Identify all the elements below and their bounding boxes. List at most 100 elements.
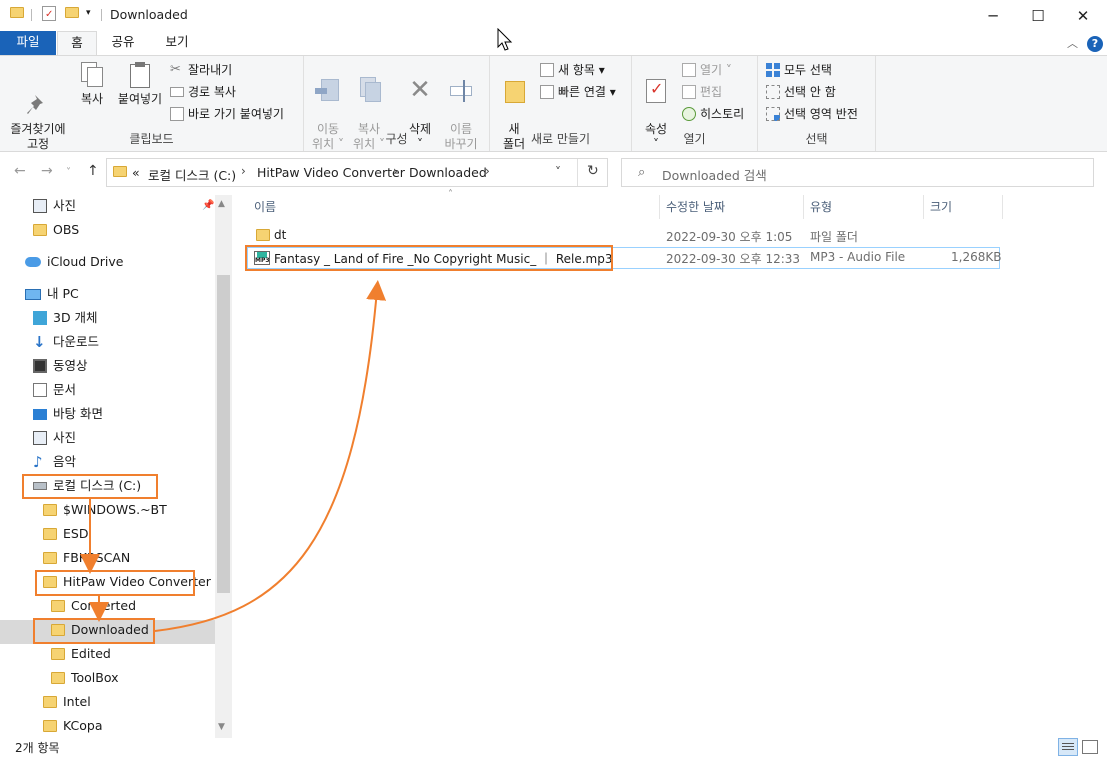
back-button[interactable]: ← (14, 163, 26, 179)
column-header-modified[interactable]: 수정한 날짜 (666, 198, 725, 215)
new-folder-qat-icon[interactable] (65, 7, 79, 18)
chevron-right-icon[interactable]: › (485, 164, 490, 178)
large-icons-view-icon[interactable] (1082, 740, 1098, 754)
nav-item-obs[interactable]: OBS (33, 219, 79, 241)
help-icon[interactable]: ? (1087, 36, 1103, 52)
forward-button[interactable]: → (41, 163, 53, 179)
address-dropdown-icon[interactable]: ˅ (555, 165, 561, 179)
nav-item-3d-objects[interactable]: 3D 개체 (33, 307, 98, 329)
invert-selection-button[interactable]: 선택 영역 반전 (766, 104, 858, 124)
divider (31, 9, 32, 21)
nav-item-icloud[interactable]: iCloud Drive (25, 251, 123, 273)
refresh-icon[interactable]: ↻ (587, 163, 599, 179)
search-input[interactable]: Downloaded 검색 (662, 165, 767, 184)
select-all-button[interactable]: 모두 선택 (766, 60, 832, 80)
paste-shortcut-button[interactable]: 바로 가기 붙여넣기 (170, 104, 284, 124)
divider (577, 159, 578, 186)
minimize-button[interactable]: ─ (970, 0, 1016, 31)
nav-item-pictures-pinned[interactable]: 사진 (33, 195, 76, 217)
nav-item-esd[interactable]: ESD (43, 523, 88, 545)
easy-access-button[interactable]: 빠른 연결 ▾ (540, 82, 616, 102)
history-button[interactable]: 히스토리 (682, 104, 744, 124)
properties-qat-icon[interactable]: ✓ (42, 6, 56, 21)
breadcrumb-local-disk[interactable]: 로컬 디스크 (C:) (148, 165, 236, 184)
column-header-size[interactable]: 크기 (930, 198, 952, 215)
open-group: ✓ 속성 ˅ 열기 ˅ 편집 히스토리 열기 (632, 56, 758, 151)
ribbon: 즐겨찾기에 고정 복사 붙여넣기 ✂ 잘라내기 경로 복사 바로 가기 붙여넣기… (0, 55, 1107, 152)
select-none-icon (766, 85, 780, 99)
select-none-button[interactable]: 선택 안 함 (766, 82, 836, 102)
document-icon (33, 383, 47, 397)
maximize-button[interactable]: ☐ (1015, 0, 1061, 31)
file-row[interactable]: MP3 Fantasy _ Land of Fire _No Copyright… (247, 247, 1001, 269)
column-header-type[interactable]: 유형 (810, 198, 832, 215)
nav-item-videos[interactable]: 동영상 (33, 355, 88, 377)
edit-icon (682, 85, 696, 99)
easy-access-icon (540, 85, 554, 99)
chevron-right-icon[interactable]: › (241, 164, 246, 178)
tab-view[interactable]: 보기 (152, 31, 202, 55)
download-icon: ↓ (33, 333, 46, 351)
collapse-ribbon-icon[interactable]: ︿ (1067, 35, 1078, 51)
new-group: 새 폴더 새 항목 ▾ 빠른 연결 ▾ 새로 만들기 (490, 56, 632, 151)
breadcrumb-hitpaw[interactable]: HitPaw Video Converter (257, 165, 405, 180)
tab-share[interactable]: 공유 (103, 31, 143, 55)
column-header-name[interactable]: 이름 (254, 198, 276, 215)
copy-path-button[interactable]: 경로 복사 (170, 82, 236, 102)
nav-item-downloaded[interactable]: Downloaded (51, 619, 149, 641)
3d-objects-icon (33, 311, 47, 325)
nav-item-music[interactable]: ♪ 음악 (33, 451, 76, 473)
file-name: dt (274, 228, 287, 242)
recent-locations-icon[interactable]: ˅ (66, 167, 71, 178)
customize-qat-icon[interactable]: ▾ (86, 9, 91, 18)
paste-button[interactable]: 붙여넣기 (114, 62, 166, 107)
open-icon (682, 63, 696, 77)
nav-item-kcopa[interactable]: KCopa (43, 715, 102, 737)
details-view-icon[interactable] (1058, 738, 1078, 756)
nav-item-toolbox[interactable]: ToolBox (51, 667, 119, 689)
cut-button[interactable]: ✂ 잘라내기 (170, 60, 232, 80)
pictures-icon (33, 199, 47, 213)
copy-path-icon (170, 87, 184, 97)
file-row[interactable]: dt 2022-09-30 오후 1:05 파일 폴더 (247, 225, 1000, 247)
scroll-thumb[interactable] (217, 275, 230, 593)
breadcrumb-overflow[interactable]: « (132, 165, 140, 180)
nav-item-windows-bt[interactable]: $WINDOWS.~BT (43, 499, 167, 521)
nav-item-edited[interactable]: Edited (51, 643, 111, 665)
breadcrumb-downloaded[interactable]: Downloaded (409, 165, 487, 180)
folder-icon (43, 552, 57, 564)
properties-check-icon: ✓ (643, 77, 669, 103)
nav-item-this-pc[interactable]: 내 PC (25, 283, 79, 305)
open-button[interactable]: 열기 ˅ (682, 60, 732, 80)
nav-item-pictures[interactable]: 사진 (33, 427, 76, 449)
edit-button[interactable]: 편집 (682, 82, 722, 102)
scroll-down-icon[interactable]: ▼ (218, 722, 225, 732)
nav-item-intel[interactable]: Intel (43, 691, 91, 713)
nav-item-fbkrscan[interactable]: FBKRSCAN (43, 547, 130, 569)
scroll-up-icon[interactable]: ▲ (218, 199, 225, 209)
nav-scrollbar[interactable]: ▲ ▼ (215, 195, 232, 738)
pin-icon[interactable]: 📌 (202, 200, 214, 211)
icloud-icon (25, 257, 41, 267)
nav-item-local-disk[interactable]: 로컬 디스크 (C:) (33, 475, 141, 497)
nav-item-converted[interactable]: Converted (51, 595, 136, 617)
nav-item-documents[interactable]: 문서 (33, 379, 76, 401)
nav-item-desktop[interactable]: 바탕 화면 (33, 403, 103, 425)
title-bar: ✓ ▾ Downloaded ─ ☐ ✕ (0, 0, 1107, 31)
tab-home[interactable]: 홈 (57, 31, 97, 56)
address-bar[interactable]: « 로컬 디스크 (C:) › HitPaw Video Converter ›… (106, 158, 608, 187)
tab-file[interactable]: 파일 (0, 31, 56, 55)
folder-icon (43, 696, 57, 708)
nav-item-downloads[interactable]: ↓ 다운로드 (33, 331, 99, 353)
divider (803, 195, 804, 219)
new-item-button[interactable]: 새 항목 ▾ (540, 60, 605, 80)
search-box[interactable]: ⌕ Downloaded 검색 (621, 158, 1094, 187)
chevron-right-icon[interactable]: › (393, 164, 398, 178)
divider (1002, 195, 1003, 219)
copy-button[interactable]: 복사 (75, 62, 109, 107)
up-button[interactable]: ↑ (87, 163, 99, 179)
nav-item-hitpaw[interactable]: HitPaw Video Converter (43, 571, 211, 593)
ribbon-tabs: 파일 홈 공유 보기 ︿ ? (0, 31, 1107, 56)
close-button[interactable]: ✕ (1060, 0, 1106, 31)
pictures-icon (33, 431, 47, 445)
